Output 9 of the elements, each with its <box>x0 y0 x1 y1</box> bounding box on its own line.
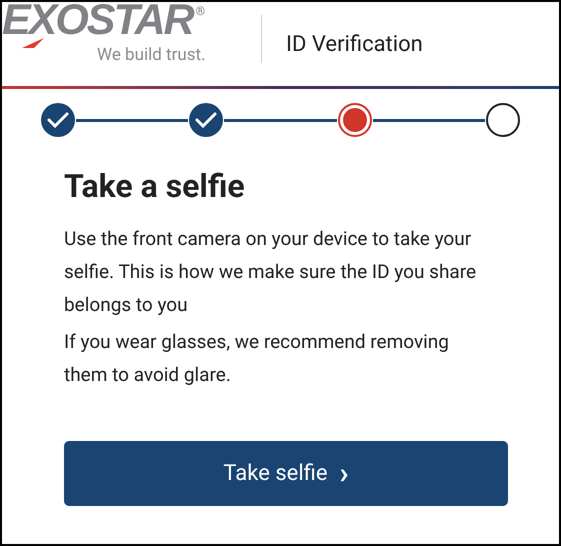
take-selfie-button[interactable]: Take selfie › <box>64 441 508 506</box>
heading: Take a selfie <box>64 166 246 206</box>
logo-tagline: We build trust. <box>97 44 206 66</box>
body-text: Use the front camera on your device to take your selfie. This is how we make sure the ID you share belongs to you <box>64 226 478 318</box>
registered-mark: ® <box>196 4 206 18</box>
swoosh-icon <box>22 38 44 48</box>
page-title: ID Verification <box>286 32 423 58</box>
body-text: If you wear glasses, we recommend removing them to avoid glare. <box>64 329 450 388</box>
logo-wordmark: EXOSTAR <box>2 4 193 36</box>
